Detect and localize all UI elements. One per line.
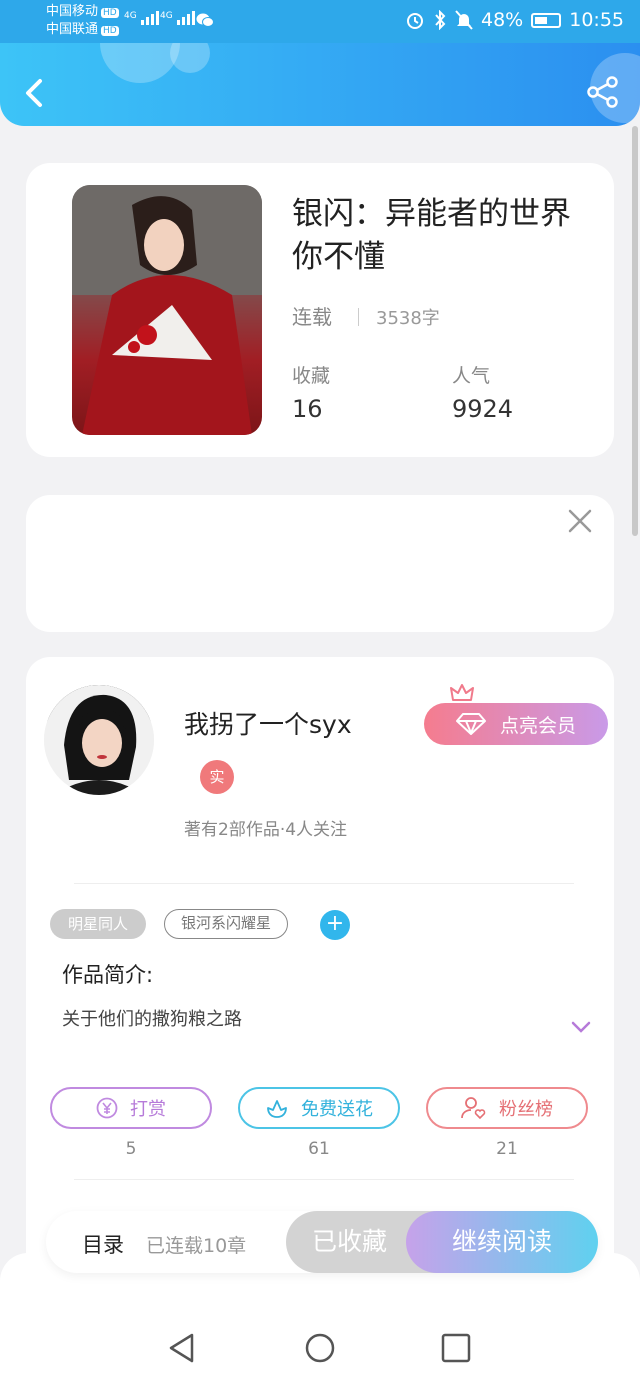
hd-badge: HD <box>101 8 119 18</box>
fan-ranking-label: 粉丝榜 <box>499 1099 553 1120</box>
toc-button[interactable]: 目录 <box>82 1229 124 1259</box>
status-bar: 中国移动 HD 中国联通 HD 4G 4G 48% 10:55 <box>0 0 640 43</box>
back-button[interactable] <box>18 73 52 113</box>
share-button[interactable] <box>586 75 620 109</box>
crown-icon <box>450 684 474 701</box>
book-info-card: 银闪：异能者的世界你不懂 连载 3538字 收藏 16 人气 9924 <box>26 163 614 457</box>
yen-icon <box>96 1097 118 1119</box>
popularity-label: 人气 <box>452 365 491 387</box>
carrier-1: 中国移动 <box>46 4 99 19</box>
favorites-value: 16 <box>292 395 323 423</box>
favorites-label: 收藏 <box>292 365 331 387</box>
close-icon[interactable] <box>566 507 594 535</box>
section-divider <box>74 883 574 884</box>
intro-text: 关于他们的撒狗粮之路 <box>62 1009 242 1030</box>
popularity-value: 9924 <box>452 395 514 423</box>
battery-icon <box>531 12 562 28</box>
header-bar <box>0 43 640 126</box>
add-tag-button[interactable]: + <box>320 910 350 940</box>
fan-ranking-button[interactable]: 粉丝榜 <box>426 1087 588 1129</box>
tag-chip[interactable]: 银河系闪耀星 <box>164 909 288 939</box>
decor-bubble <box>170 43 210 73</box>
send-flower-button[interactable]: 免费送花 <box>238 1087 400 1129</box>
reading-bar: 目录 已连载10章 已收藏 继续阅读 <box>46 1211 598 1273</box>
vip-button-label: 点亮会员 <box>499 714 576 737</box>
battery-percent: 48% <box>481 9 524 31</box>
alarm-icon <box>407 13 423 29</box>
tag-chip[interactable]: 明星同人 <box>50 909 146 939</box>
author-avatar[interactable] <box>44 685 154 795</box>
word-count: 3538字 <box>376 308 440 329</box>
chapter-count: 已连载10章 <box>146 1235 247 1257</box>
nav-home-icon[interactable] <box>304 1332 336 1364</box>
author-name[interactable]: 我拐了一个syx <box>184 705 352 741</box>
system-nav-bar <box>0 1310 640 1387</box>
carrier-2: 中国联通 <box>46 22 99 37</box>
cover-illustration <box>72 185 262 435</box>
section-divider <box>74 1179 574 1180</box>
signal-icon: 4G <box>124 11 159 25</box>
flower-count: 61 <box>308 1139 330 1159</box>
flower-icon <box>267 1100 287 1118</box>
send-flower-label: 免费送花 <box>301 1099 373 1120</box>
bluetooth-icon <box>435 10 446 30</box>
intro-title: 作品简介: <box>62 963 154 987</box>
nav-back-icon[interactable] <box>166 1332 198 1364</box>
fan-count: 21 <box>496 1139 518 1159</box>
reward-count: 5 <box>125 1139 137 1159</box>
clock: 10:55 <box>569 9 624 31</box>
scrollbar[interactable] <box>632 126 638 536</box>
hd-badge: HD <box>101 26 119 36</box>
book-status: 连载 <box>292 305 332 329</box>
ad-card <box>26 495 614 632</box>
nav-recents-icon[interactable] <box>440 1332 472 1364</box>
meta-divider <box>358 308 359 326</box>
continue-reading-button[interactable]: 继续阅读 <box>406 1211 598 1273</box>
book-title: 银闪：异能者的世界你不懂 <box>292 196 571 275</box>
decor-bubble <box>100 43 180 83</box>
verified-badge: 实 <box>200 760 234 794</box>
chevron-down-icon[interactable] <box>570 1019 592 1035</box>
wechat-icon <box>196 13 214 27</box>
diamond-icon <box>455 713 486 735</box>
mute-bell-icon <box>455 10 473 30</box>
detail-card: 我拐了一个syx 实 著有2部作品·4人关注 点亮会员 明星同人 银河系闪耀星 … <box>26 657 614 1297</box>
author-info: 著有2部作品·4人关注 <box>184 820 348 840</box>
reward-button[interactable]: 打赏 <box>50 1087 212 1129</box>
book-cover[interactable] <box>72 185 262 435</box>
user-heart-icon <box>461 1097 486 1120</box>
signal-icon: 4G <box>160 11 195 25</box>
vip-button[interactable]: 点亮会员 <box>424 703 608 745</box>
reward-label: 打赏 <box>130 1099 166 1120</box>
